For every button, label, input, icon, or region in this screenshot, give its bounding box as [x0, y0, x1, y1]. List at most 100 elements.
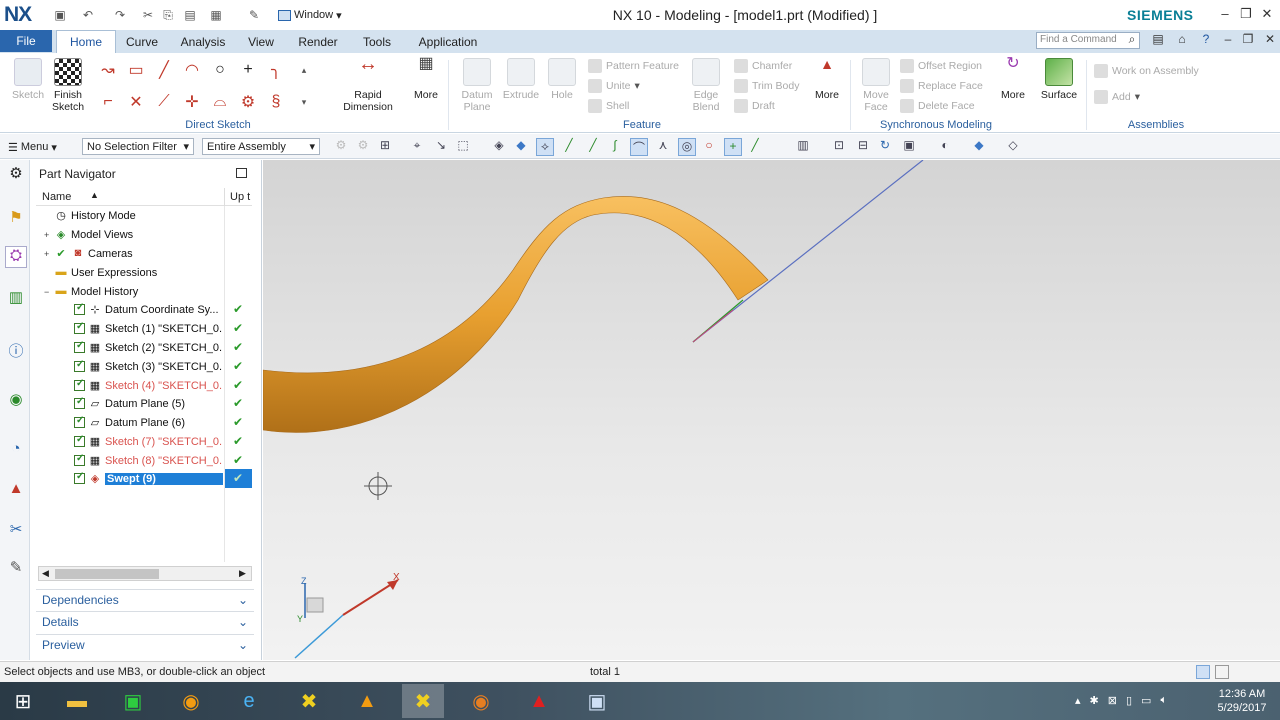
visibility-checkbox[interactable]	[74, 321, 85, 334]
close-doc-icon[interactable]: ✕	[1262, 32, 1278, 48]
internet-explorer-icon[interactable]: e	[228, 684, 270, 718]
list-item[interactable]: ⊹Datum Coordinate Sy...	[74, 300, 286, 319]
list-item[interactable]: ▬ User Expressions	[44, 263, 256, 282]
lasso-icon[interactable]: ⬚	[454, 138, 472, 156]
tab-render[interactable]: Render	[290, 30, 346, 53]
assembly-navigator-icon[interactable]: ⚑	[5, 208, 27, 230]
work-on-assembly-button[interactable]: Work on Assembly	[1094, 58, 1224, 84]
chevron-left-icon[interactable]: ◀	[42, 568, 49, 579]
tab-curve[interactable]: Curve	[118, 30, 166, 53]
home-icon[interactable]: ⌂	[1174, 32, 1190, 48]
profile-icon[interactable]: ↝	[96, 58, 120, 82]
nx-active-taskbar-icon[interactable]: ✖	[402, 684, 444, 718]
selection-scope-dropdown[interactable]: Entire Assembly ▾	[202, 138, 320, 155]
nx-taskbar-icon[interactable]: ✖	[288, 684, 330, 718]
quick-trim-icon[interactable]: ✕	[124, 90, 148, 114]
add-component-button[interactable]: Add ▾	[1094, 84, 1224, 110]
app-orange-icon[interactable]: ◉	[170, 684, 212, 718]
swept-body[interactable]	[262, 196, 769, 433]
repeat-command-icon[interactable]: ▦	[208, 7, 224, 23]
visibility-checkbox[interactable]	[74, 415, 85, 428]
move-face-button[interactable]: Move Face	[856, 58, 896, 113]
list-item[interactable]: ▦Sketch (2) "SKETCH_0...	[74, 338, 286, 357]
shell-button[interactable]: Shell	[588, 96, 684, 116]
delete-face-button[interactable]: Delete Face	[900, 96, 992, 116]
tab-home[interactable]: Home	[56, 30, 116, 53]
save-icon[interactable]: ▣	[52, 7, 68, 23]
column-name[interactable]: Name	[42, 191, 71, 203]
orient-view-icon[interactable]: ▣	[900, 138, 918, 156]
visibility-checkbox[interactable]	[74, 340, 85, 353]
edge-blend-button[interactable]: Edge Blend	[686, 58, 726, 113]
help-icon[interactable]: ?	[1198, 32, 1214, 48]
fit-view-icon[interactable]: ⊡	[830, 138, 848, 156]
snap-tangent-icon[interactable]: ⋏	[654, 138, 672, 156]
column-up-to-date[interactable]: Up t	[230, 191, 250, 203]
snap-line-icon[interactable]: ╱	[560, 138, 578, 156]
process-studio-icon[interactable]: ✂	[5, 520, 27, 542]
list-item[interactable]: ▦Sketch (8) "SKETCH_0...	[74, 451, 286, 470]
snap-center-icon[interactable]: ◎	[678, 138, 696, 156]
pattern-feature-button[interactable]: Pattern Feature	[588, 56, 684, 76]
selection-filter-dropdown[interactable]: No Selection Filter ▾	[82, 138, 194, 155]
circle-icon[interactable]: ○	[208, 58, 232, 82]
snap-midpoint-icon[interactable]: ╱	[584, 138, 602, 156]
details-section[interactable]: Details ⌄	[36, 611, 254, 632]
zoom-icon[interactable]: ⊟	[854, 138, 872, 156]
vlc-icon[interactable]: ▲	[346, 684, 388, 718]
snap-curve-icon[interactable]: ∫	[606, 138, 624, 156]
search-icon[interactable]: ⌕	[1124, 32, 1140, 48]
list-item[interactable]: ▱Datum Plane (5)	[74, 394, 286, 413]
sketch-button[interactable]: Sketch	[8, 58, 48, 101]
firefox-icon[interactable]: ◉	[460, 684, 502, 718]
visibility-checkbox[interactable]	[74, 471, 85, 484]
offset-curve-icon[interactable]: ⌓	[208, 90, 232, 114]
list-item[interactable]: ▱Datum Plane (6)	[74, 413, 286, 432]
pattern-curve-icon[interactable]: ⚙	[236, 90, 260, 114]
menu-button[interactable]: ☰ Menu ▾	[8, 139, 57, 155]
sketch-more-button[interactable]: ▦ More	[408, 56, 444, 102]
restore-button[interactable]: ❐	[1237, 6, 1255, 24]
filter-icon[interactable]: ⚙	[332, 138, 350, 156]
minimize-doc-icon[interactable]: –	[1220, 32, 1236, 48]
preview-section[interactable]: Preview ⌄	[36, 634, 254, 655]
part-navigator-icon[interactable]: ⛭	[5, 246, 27, 268]
copy-icon[interactable]: ⎘	[160, 7, 176, 23]
draft-button[interactable]: Draft	[734, 96, 806, 116]
network-app-icon[interactable]: ✱	[1090, 694, 1099, 707]
more-gallery-icon[interactable]: ▾	[292, 90, 316, 114]
collapse-icon[interactable]: −	[44, 287, 54, 297]
horizontal-scrollbar[interactable]: ◀ ▶	[38, 566, 252, 581]
cut-icon[interactable]: ✂	[140, 7, 156, 23]
history-icon[interactable]: ◔	[5, 440, 27, 462]
feature-more-button[interactable]: ▲ More	[810, 57, 844, 101]
tab-application[interactable]: Application	[408, 30, 488, 53]
line-icon[interactable]: ╱	[152, 58, 176, 82]
mirror-curve-icon[interactable]: §	[264, 90, 288, 114]
dependencies-section[interactable]: Dependencies ⌄	[36, 589, 254, 610]
minimize-button[interactable]: –	[1216, 6, 1234, 24]
extrude-button[interactable]: Extrude	[500, 58, 542, 101]
general-selection-icon[interactable]: ⌖	[408, 138, 426, 156]
undo-icon[interactable]: ↶	[80, 7, 96, 23]
tab-file[interactable]: File	[0, 30, 52, 52]
hole-button[interactable]: Hole	[544, 58, 580, 101]
store-icon[interactable]: ▣	[112, 684, 154, 718]
replace-face-button[interactable]: Replace Face	[900, 76, 992, 96]
snap-arc-icon[interactable]: ⌒	[630, 138, 648, 156]
settings-icon[interactable]: ⚙	[5, 164, 27, 186]
network-icon[interactable]: ▭	[1141, 694, 1151, 707]
snap-on-curve-icon[interactable]: ╱	[746, 138, 764, 156]
window-list-icon[interactable]: ▤	[1150, 32, 1166, 48]
visibility-checkbox[interactable]	[74, 359, 85, 372]
visibility-checkbox[interactable]	[74, 378, 85, 391]
file-explorer-icon[interactable]: ▬	[56, 684, 98, 718]
make-corner-icon[interactable]: ✛	[180, 90, 204, 114]
tab-tools[interactable]: Tools	[352, 30, 402, 53]
tab-view[interactable]: View	[240, 30, 282, 53]
list-item[interactable]: ▦Sketch (7) "SKETCH_0...	[74, 432, 286, 451]
reuse-library-icon[interactable]: ▥	[5, 288, 27, 310]
chamfer-button[interactable]: Chamfer	[734, 56, 806, 76]
display-mode-icon[interactable]: ◆	[970, 138, 988, 156]
rendering-style-icon[interactable]: ◐	[936, 138, 954, 156]
